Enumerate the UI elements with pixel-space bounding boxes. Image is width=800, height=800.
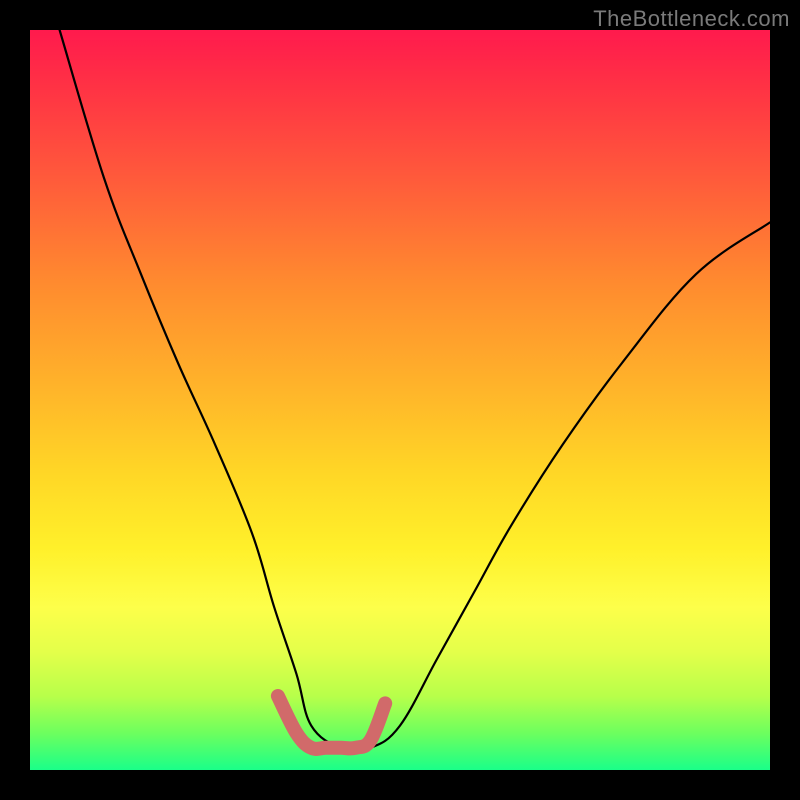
curves-layer: [30, 30, 770, 770]
chart-frame: TheBottleneck.com: [0, 0, 800, 800]
plot-area: [30, 30, 770, 770]
main-curve: [60, 30, 770, 751]
highlight-curve: [278, 696, 385, 749]
watermark-text: TheBottleneck.com: [593, 6, 790, 32]
